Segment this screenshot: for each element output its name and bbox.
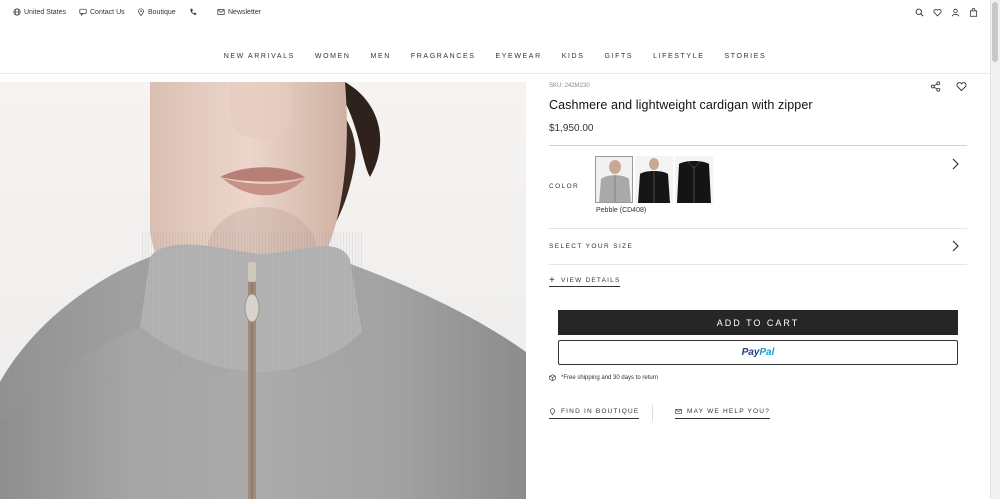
search-button[interactable] xyxy=(915,8,924,17)
swatch-black-2-image xyxy=(675,156,713,203)
nav-women[interactable]: WOMEN xyxy=(315,53,351,60)
swatch-black-1[interactable] xyxy=(635,156,673,203)
search-icon xyxy=(915,8,924,17)
main-nav: NEW ARRIVALS WOMEN MEN FRAGRANCES EYEWEA… xyxy=(0,53,990,60)
chevron-right-icon xyxy=(952,158,959,170)
page-scrollbar[interactable] xyxy=(990,0,1000,499)
nav-kids[interactable]: KIDS xyxy=(562,53,585,60)
country-label: United States xyxy=(24,8,67,16)
find-in-boutique-link[interactable]: FIND IN BOUTIQUE xyxy=(549,408,640,419)
help-link[interactable]: MAY WE HELP YOU? xyxy=(675,408,771,419)
nav-gifts[interactable]: GIFTS xyxy=(604,53,633,60)
nav-new-arrivals[interactable]: NEW ARRIVALS xyxy=(224,53,295,60)
shipping-note: *Free shipping and 30 days to return xyxy=(549,374,658,381)
nav-men[interactable]: MEN xyxy=(371,53,391,60)
color-label: COLOR xyxy=(549,183,580,190)
product-photo xyxy=(0,82,526,499)
mail-icon xyxy=(217,9,225,15)
heart-icon xyxy=(933,9,942,17)
swatch-pebble[interactable] xyxy=(595,156,633,203)
phone-icon xyxy=(190,8,197,15)
divider xyxy=(549,264,967,265)
user-icon xyxy=(951,8,960,17)
newsletter-label: Newsletter xyxy=(228,8,262,16)
find-in-boutique-label: FIND IN BOUTIQUE xyxy=(561,408,640,415)
product-image[interactable] xyxy=(0,82,526,499)
chat-icon xyxy=(79,8,87,16)
paypal-button[interactable]: Pay Pal xyxy=(558,340,958,365)
phone-link[interactable] xyxy=(189,8,197,16)
nav-fragrances[interactable]: FRAGRANCES xyxy=(411,53,476,60)
chevron-right-icon xyxy=(952,240,959,252)
swatch-black-1-image xyxy=(635,156,673,203)
boutique-link[interactable]: Boutique xyxy=(137,8,176,16)
view-details-link[interactable]: + VIEW DETAILS xyxy=(549,274,621,287)
box-icon xyxy=(549,374,556,381)
boutique-label: Boutique xyxy=(148,8,176,16)
paypal-logo-pal: Pal xyxy=(759,347,775,358)
heart-icon xyxy=(956,82,967,92)
nav-divider xyxy=(0,73,990,74)
header-actions xyxy=(915,8,978,17)
location-pin-icon xyxy=(138,8,144,16)
add-to-wishlist-button[interactable] xyxy=(956,81,967,92)
divider xyxy=(549,228,967,229)
link-separator xyxy=(652,405,653,421)
swatch-pebble-image xyxy=(596,157,632,202)
selected-color-name: Pebble (CD408) xyxy=(596,207,647,214)
location-pin-icon xyxy=(550,408,555,415)
product-title: Cashmere and lightweight cardigan with z… xyxy=(549,98,813,112)
color-next-button[interactable] xyxy=(950,158,960,170)
shipping-text: *Free shipping and 30 days to return xyxy=(561,374,659,381)
select-size-label[interactable]: SELECT YOUR SIZE xyxy=(549,243,633,250)
add-to-cart-button[interactable]: ADD TO CART xyxy=(558,310,958,335)
nav-lifestyle[interactable]: LIFESTYLE xyxy=(653,53,704,60)
help-label: MAY WE HELP YOU? xyxy=(687,408,771,415)
mail-icon xyxy=(675,409,682,414)
wishlist-button[interactable] xyxy=(933,8,942,17)
nav-eyewear[interactable]: EYEWEAR xyxy=(496,53,542,60)
newsletter-link[interactable]: Newsletter xyxy=(217,8,261,16)
bag-icon xyxy=(969,8,978,17)
bag-button[interactable] xyxy=(969,8,978,17)
contact-us-label: Contact Us xyxy=(90,8,125,16)
product-sku: SKU: 242M230 xyxy=(549,83,590,89)
nav-stories[interactable]: STORIES xyxy=(724,53,766,60)
top-utility-bar: United States Contact Us Boutique Newsle… xyxy=(0,0,990,28)
globe-icon xyxy=(13,8,21,16)
size-select-button[interactable] xyxy=(950,240,960,252)
scrollbar-thumb[interactable] xyxy=(992,2,998,62)
swatch-black-2[interactable] xyxy=(675,156,713,203)
divider xyxy=(549,145,967,146)
plus-icon: + xyxy=(549,274,557,286)
country-selector[interactable]: United States xyxy=(13,8,66,16)
product-price: $1,950.00 xyxy=(549,123,594,134)
account-button[interactable] xyxy=(951,8,960,17)
view-details-label: VIEW DETAILS xyxy=(561,277,621,284)
paypal-logo-pay: Pay xyxy=(741,347,760,358)
share-button[interactable] xyxy=(930,81,941,92)
share-icon xyxy=(930,81,941,92)
contact-us-link[interactable]: Contact Us xyxy=(79,8,125,16)
